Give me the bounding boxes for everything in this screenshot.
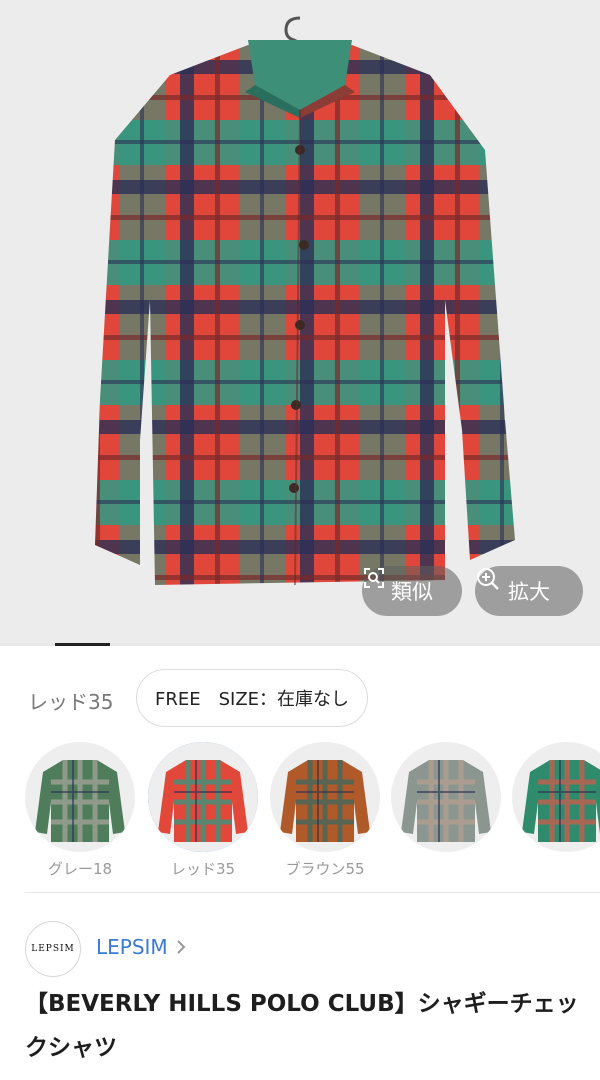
product-image[interactable]: 類似 拡大: [0, 0, 600, 643]
brand-name: LEPSIM: [96, 935, 168, 959]
swatch-thumbnail: [148, 742, 258, 852]
color-swatch[interactable]: ブラウン55: [270, 742, 380, 879]
zoom-button[interactable]: 拡大: [475, 566, 583, 616]
swatch-thumbnail: [512, 742, 600, 852]
color-swatch[interactable]: レッド35: [148, 742, 258, 879]
zoom-label: 拡大: [508, 580, 550, 604]
similar-search-label: 類似: [391, 580, 433, 604]
zoom-in-icon: [477, 568, 499, 590]
chevron-right-icon: [176, 940, 186, 954]
size-stock-chip[interactable]: FREE SIZE：在庫なし: [136, 669, 369, 727]
gallery-indicator-active: [55, 643, 110, 646]
divider: [25, 892, 600, 893]
similar-search-button[interactable]: 類似: [362, 566, 462, 616]
swatch-label: グレー18: [47, 860, 113, 878]
color-swatch[interactable]: [512, 742, 600, 858]
color-swatch[interactable]: グレー18: [25, 742, 135, 879]
swatch-thumbnail: [270, 742, 380, 852]
brand-logo[interactable]: LEPSIM: [25, 921, 81, 977]
brand-logo-text: LEPSIM: [31, 944, 75, 954]
swatch-thumbnail: [25, 742, 135, 852]
swatch-label: ブラウン55: [285, 860, 365, 878]
selected-color-label: レッド35: [28, 690, 114, 714]
brand-link[interactable]: LEPSIM: [96, 935, 186, 959]
image-search-icon: [364, 568, 384, 588]
plaid-shirt-illustration: [95, 16, 515, 586]
color-swatch[interactable]: [391, 742, 501, 858]
swatch-label: レッド35: [170, 860, 236, 878]
swatch-thumbnail: [391, 742, 501, 852]
product-title: 【BEVERLY HILLS POLO CLUB】シャギーチェックシャツ: [25, 991, 579, 1061]
